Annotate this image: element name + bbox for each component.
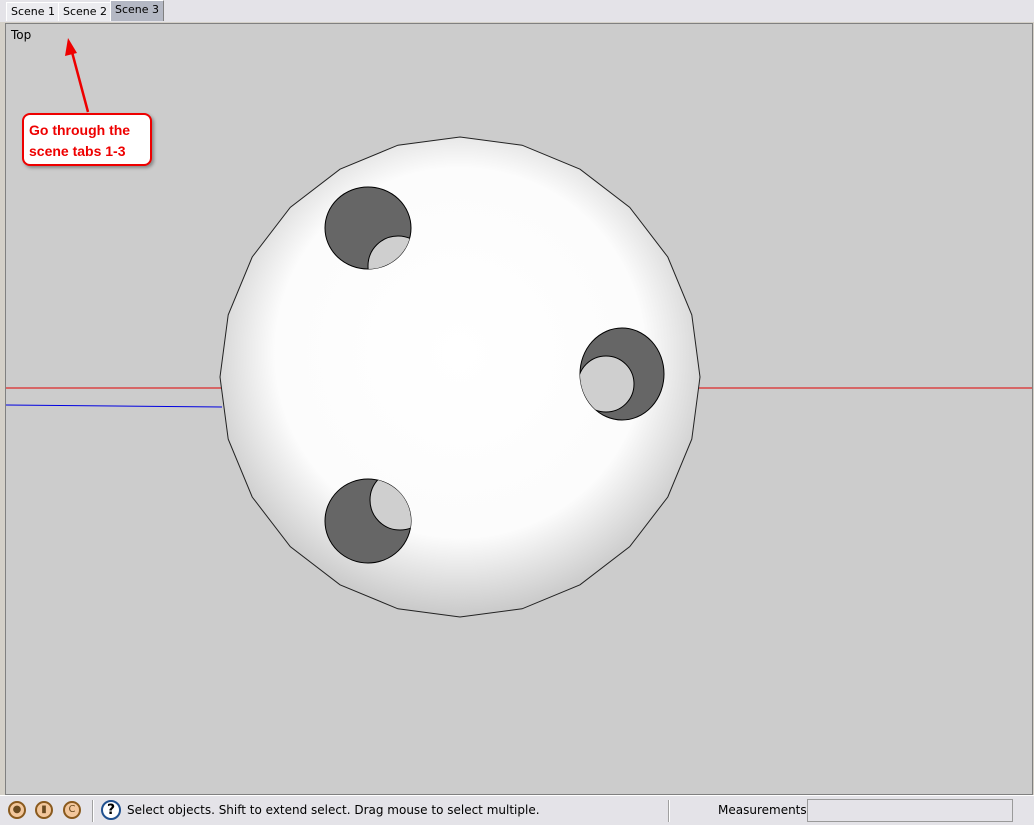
- tab-scene-2[interactable]: Scene 2: [58, 2, 113, 21]
- blue-axis: [6, 404, 223, 408]
- annotation-arrow: [65, 38, 90, 113]
- divider: [92, 800, 94, 822]
- status-message: Select objects. Shift to extend select. …: [127, 803, 540, 817]
- geo-location-icon[interactable]: ●: [8, 801, 26, 819]
- credits-icon[interactable]: C: [63, 801, 81, 819]
- divider: [668, 800, 670, 822]
- tab-scene-3[interactable]: Scene 3: [110, 0, 165, 21]
- view-label: Top: [11, 28, 32, 42]
- question-icon[interactable]: ?: [101, 800, 121, 820]
- annotation-callout: Go through the scene tabs 1-3: [22, 113, 152, 166]
- tab-scene-1[interactable]: Scene 1: [6, 2, 61, 21]
- scene-tabs: Scene 1 Scene 2 Scene 3: [0, 0, 1034, 22]
- model-scene: [6, 38, 1032, 618]
- 3d-viewport[interactable]: Top Go through the scene tabs 1-3: [5, 23, 1033, 795]
- measurements-input[interactable]: [807, 799, 1013, 822]
- measurements-label: Measurements: [718, 803, 807, 817]
- status-bar: ● ▮ C ? Select objects. Shift to extend …: [0, 795, 1034, 825]
- person-icon[interactable]: ▮: [35, 801, 53, 819]
